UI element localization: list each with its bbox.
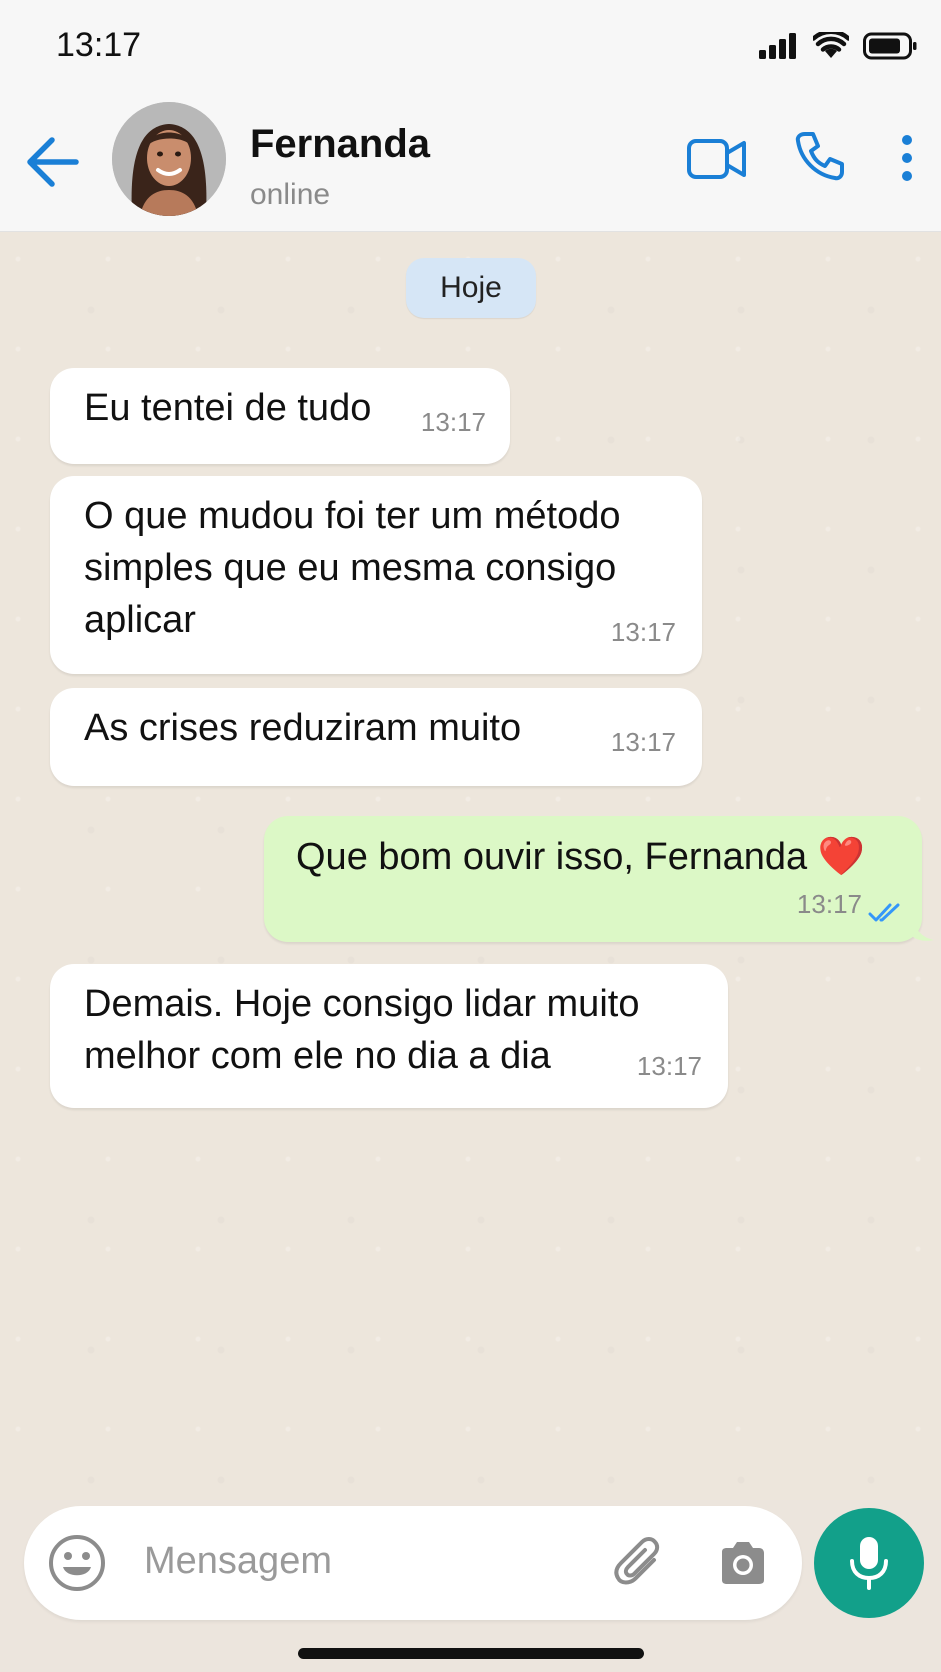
status-icons xyxy=(759,28,917,64)
camera-icon xyxy=(722,1542,764,1584)
chat-header: Fernanda online xyxy=(0,90,941,232)
message-text: As crises reduziram muito xyxy=(84,707,522,749)
message-time: 13:17 xyxy=(796,889,862,919)
message-text-line: aplicar xyxy=(84,599,196,641)
message-bubble-incoming[interactable]: Eu tentei de tudo 13:17 xyxy=(50,368,510,464)
message-input[interactable]: Mensagem xyxy=(144,1540,332,1583)
contact-status: online xyxy=(250,178,331,211)
message-bubble-incoming[interactable]: As crises reduziram muito 13:17 xyxy=(50,688,702,786)
back-arrow-icon xyxy=(27,137,79,187)
message-text-content: Que bom ouvir isso, Fernanda xyxy=(296,836,808,878)
voice-message-button[interactable] xyxy=(814,1508,924,1618)
attach-button[interactable] xyxy=(614,1536,664,1590)
wifi-icon xyxy=(813,32,849,58)
read-ticks-icon xyxy=(868,903,900,922)
camera-button[interactable] xyxy=(718,1540,768,1586)
message-text-line: O que mudou foi ter um método xyxy=(84,495,621,537)
home-indicator xyxy=(298,1648,644,1659)
chat-area[interactable]: Hoje Eu tentei de tudo 13:17 O que mudou… xyxy=(0,232,941,1500)
message-bubble-incoming[interactable]: O que mudou foi ter um método simples qu… xyxy=(50,476,702,674)
mic-icon xyxy=(850,1537,888,1590)
contact-name[interactable]: Fernanda xyxy=(250,122,430,167)
signal-icon xyxy=(759,33,796,59)
video-call-button[interactable] xyxy=(686,136,748,182)
message-bubble-incoming[interactable]: Demais. Hoje consigo lidar muito melhor … xyxy=(50,964,728,1108)
more-options-button[interactable] xyxy=(898,132,916,184)
status-time: 13:17 xyxy=(56,26,142,64)
message-input-bar: Mensagem xyxy=(24,1506,802,1620)
message-time: 13:17 xyxy=(636,1051,702,1081)
emoji-icon xyxy=(49,1535,105,1591)
more-options-icon xyxy=(902,135,912,181)
message-time: 13:17 xyxy=(610,617,676,647)
voice-call-icon xyxy=(795,132,844,181)
message-bubble-outgoing[interactable]: Que bom ouvir isso, Fernanda ❤️ 13:17 xyxy=(264,816,922,942)
message-text: Que bom ouvir isso, Fernanda ❤️ xyxy=(296,830,892,883)
bubble-tail xyxy=(912,918,934,941)
avatar[interactable] xyxy=(112,102,226,216)
voice-call-button[interactable] xyxy=(794,130,846,182)
message-text-line: simples que eu mesma consigo xyxy=(84,547,617,589)
message-text-line: Demais. Hoje consigo lidar muito xyxy=(84,983,640,1025)
message-time: 13:17 xyxy=(610,727,676,757)
battery-icon xyxy=(863,32,917,60)
attach-icon xyxy=(614,1537,660,1585)
avatar-image xyxy=(112,102,226,216)
emoji-button[interactable] xyxy=(48,1534,106,1592)
message-time: 13:17 xyxy=(420,407,486,437)
status-bar: 13:17 xyxy=(0,0,941,90)
heart-emoji: ❤️ xyxy=(817,834,866,878)
back-button[interactable] xyxy=(24,134,82,190)
date-separator: Hoje xyxy=(406,258,536,318)
video-call-icon xyxy=(687,139,746,179)
message-text-line: melhor com ele no dia a dia xyxy=(84,1035,551,1077)
